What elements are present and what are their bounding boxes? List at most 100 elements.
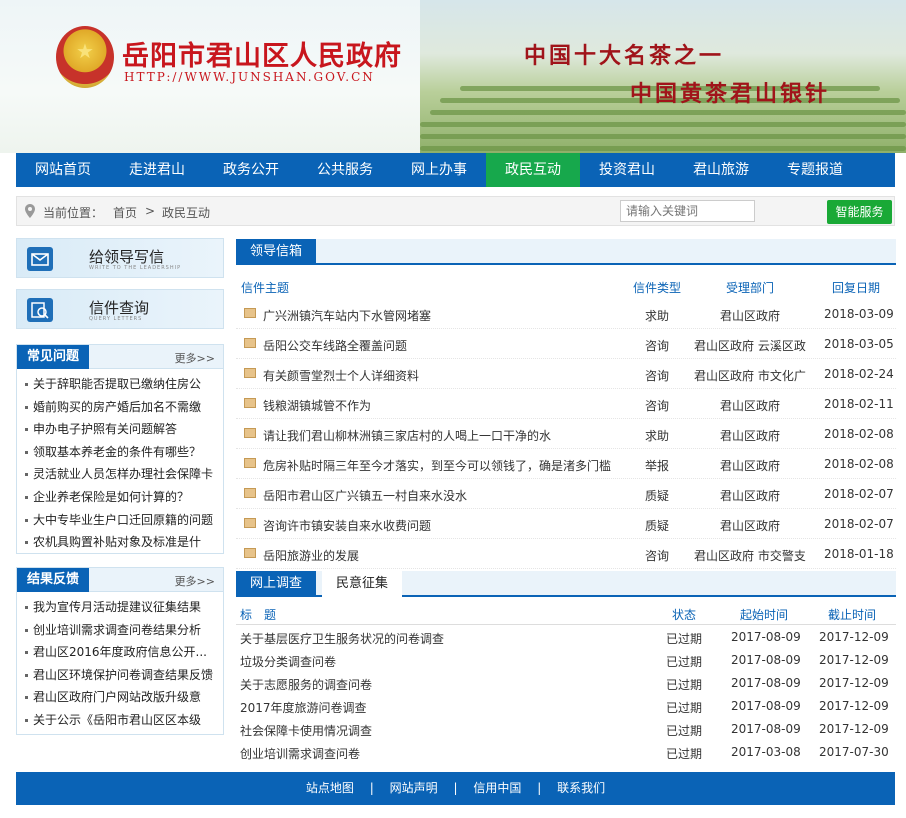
survey-end: 2017-12-09 [819,722,889,736]
survey-status: 已过期 [666,724,703,738]
list-item[interactable]: 我为宣传月活动提建议征集结果 [23,596,223,619]
column-header: 信件主题 [241,281,290,295]
survey-start: 2017-08-09 [731,722,801,736]
faq-more-link[interactable]: 更多>> [175,350,215,366]
reply-date: 2018-02-08 [824,427,894,441]
survey-title[interactable]: 创业培训需求调查问卷 [240,745,360,762]
letter-subject[interactable]: 岳阳市君山区广兴镇五一村自来水没水 [263,487,467,504]
nav-item-gov-affairs[interactable]: 政务公开 [204,153,298,187]
write-to-leader-button[interactable]: 给领导写信 WRITE TO THE LEADERSHIP [16,238,224,278]
letter-type: 求助 [645,309,670,323]
reply-date: 2018-02-08 [824,457,894,471]
nav-item-public-service[interactable]: 公共服务 [298,153,392,187]
nav-item-home[interactable]: 网站首页 [16,153,110,187]
table-row[interactable]: 岳阳旅游业的发展 咨询 君山区政府 市交警支 2018-01-18 [236,539,896,569]
envelope-icon [27,247,53,271]
table-row[interactable]: 岳阳市君山区广兴镇五一村自来水没水 质疑 君山区政府 2018-02-07 [236,479,896,509]
letter-query-subtitle: QUERY LETTERS [89,316,143,322]
footer-link-statement[interactable]: 网站声明 [390,781,438,795]
list-item[interactable]: 领取基本养老金的条件有哪些？ [23,441,223,464]
table-row[interactable]: 有关颜雪堂烈士个人详细资料 咨询 君山区政府 市文化广 2018-02-24 [236,359,896,389]
table-row[interactable]: 请让我们君山柳林洲镇三家店村的人喝上一口干净的水 求助 君山区政府 2018-0… [236,419,896,449]
letter-query-title: 信件查询 [89,299,150,317]
letter-type: 质疑 [645,519,670,533]
letter-department: 君山区政府 云溪区政 [694,339,806,353]
table-row[interactable]: 关于基层医疗卫生服务状况的问卷调查 已过期 2017-08-09 2017-12… [236,626,896,649]
letter-subject[interactable]: 钱粮湖镇城管不作为 [263,397,371,414]
letter-subject[interactable]: 请让我们君山柳林洲镇三家店村的人喝上一口干净的水 [263,427,551,444]
list-item[interactable]: 关于辞职能否提取已缴纳住房公 [23,373,223,396]
letter-subject[interactable]: 广兴洲镇汽车站内下水管网堵塞 [263,307,431,324]
letter-subject[interactable]: 咨询许市镇安装自来水收费问题 [263,517,431,534]
list-item[interactable]: 企业养老保险是如何计算的？ [23,486,223,509]
survey-end: 2017-12-09 [819,699,889,713]
nav-item-about[interactable]: 走进君山 [110,153,204,187]
survey-title[interactable]: 2017年度旅游问卷调查 [240,699,367,716]
nav-item-investment[interactable]: 投资君山 [580,153,674,187]
tab-opinion-collection[interactable]: 民意征集 [322,571,403,597]
letter-subject[interactable]: 有关颜雪堂烈士个人详细资料 [263,367,419,384]
table-row[interactable]: 咨询许市镇安装自来水收费问题 质疑 君山区政府 2018-02-07 [236,509,896,539]
letter-subject[interactable]: 岳阳旅游业的发展 [263,547,359,564]
nav-item-interaction[interactable]: 政民互动 [486,153,580,187]
faq-list: 关于辞职能否提取已缴纳住房公 婚前购买的房产婚后加名不需缴 申办电子护照有关问题… [17,369,223,554]
list-item[interactable]: 君山区2016年度政府信息公开... [23,641,223,664]
list-item[interactable]: 灵活就业人员怎样办理社会保障卡 [23,463,223,486]
letter-subject[interactable]: 危房补贴时隔三年至今才落实，到至今可以领钱了，确是渚多门槛 [263,457,611,474]
site-title[interactable]: 岳阳市君山区人民政府 [122,34,402,73]
footer-link-contact[interactable]: 联系我们 [557,781,605,795]
footer-link-sitemap[interactable]: 站点地图 [306,781,354,795]
table-row[interactable]: 关于志愿服务的调查问卷 已过期 2017-08-09 2017-12-09 [236,672,896,695]
survey-title[interactable]: 关于志愿服务的调查问卷 [240,676,372,693]
table-row[interactable]: 社会保障卡使用情况调查 已过期 2017-08-09 2017-12-09 [236,718,896,741]
column-header: 状态 [672,608,697,622]
survey-status: 已过期 [666,701,703,715]
tab-leader-mailbox[interactable]: 领导信箱 [236,239,317,265]
survey-title[interactable]: 社会保障卡使用情况调查 [240,722,372,739]
column-header: 起始时间 [740,608,789,622]
main-nav: 网站首页 走进君山 政务公开 公共服务 网上办事 政民互动 投资君山 君山旅游 … [16,153,895,187]
mail-icon [244,308,256,318]
letter-subject[interactable]: 岳阳公交车线路全覆盖问题 [263,337,407,354]
table-row[interactable]: 2017年度旅游问卷调查 已过期 2017-08-09 2017-12-09 [236,695,896,718]
list-item[interactable]: 关于公示《岳阳市君山区区本级 [23,709,223,732]
letter-query-button[interactable]: 信件查询 QUERY LETTERS [16,289,224,329]
nav-item-special-reports[interactable]: 专题报道 [768,153,862,187]
table-row[interactable]: 岳阳公交车线路全覆盖问题 咨询 君山区政府 云溪区政 2018-03-05 [236,329,896,359]
table-row[interactable]: 钱粮湖镇城管不作为 咨询 君山区政府 2018-02-11 [236,389,896,419]
table-row[interactable]: 危房补贴时隔三年至今才落实，到至今可以领钱了，确是渚多门槛 举报 君山区政府 2… [236,449,896,479]
letter-type: 咨询 [645,399,670,413]
survey-start: 2017-03-08 [731,745,801,759]
feedback-more-link[interactable]: 更多>> [175,573,215,589]
mail-icon [244,338,256,348]
list-item[interactable]: 婚前购买的房产婚后加名不需缴 [23,396,223,419]
search-input[interactable] [620,200,755,222]
list-item[interactable]: 农机具购置补贴对象及标准是什 [23,531,223,554]
mail-icon [244,428,256,438]
table-row[interactable]: 垃圾分类调查问卷 已过期 2017-08-09 2017-12-09 [236,649,896,672]
site-footer: 站点地图 | 网站声明 | 信用中国 | 联系我们 [16,772,895,805]
table-row[interactable]: 广兴洲镇汽车站内下水管网堵塞 求助 君山区政府 2018-03-09 [236,299,896,329]
breadcrumb-label: 当前位置： [43,206,104,220]
reply-date: 2018-02-07 [824,487,894,501]
breadcrumb-home[interactable]: 首页 [113,204,137,221]
list-item[interactable]: 申办电子护照有关问题解答 [23,418,223,441]
list-item[interactable]: 君山区环境保护问卷调查结果反馈 [23,664,223,687]
list-item[interactable]: 君山区政府门户网站改版升级意 [23,686,223,709]
list-item[interactable]: 创业培训需求调查问卷结果分析 [23,619,223,642]
smart-service-button[interactable]: 智能服务 [827,200,892,224]
nav-item-online-service[interactable]: 网上办事 [392,153,486,187]
survey-title[interactable]: 关于基层医疗卫生服务状况的问卷调查 [240,630,444,647]
letter-type: 质疑 [645,489,670,503]
letter-department: 君山区政府 [720,489,781,503]
tab-online-survey[interactable]: 网上调查 [236,571,317,597]
footer-link-credit-china[interactable]: 信用中国 [473,781,521,795]
column-header: 截止时间 [828,608,877,622]
survey-title[interactable]: 垃圾分类调查问卷 [240,653,336,670]
nav-item-tourism[interactable]: 君山旅游 [674,153,768,187]
table-row[interactable]: 创业培训需求调查问卷 已过期 2017-03-08 2017-07-30 [236,741,896,764]
list-item[interactable]: 大中专毕业生户口迁回原籍的问题 [23,509,223,532]
breadcrumb-current[interactable]: 政民互动 [162,204,210,221]
mailbox-table-header: 信件主题 信件类型 受理部门 回复日期 [236,275,896,299]
reply-date: 2018-03-09 [824,307,894,321]
